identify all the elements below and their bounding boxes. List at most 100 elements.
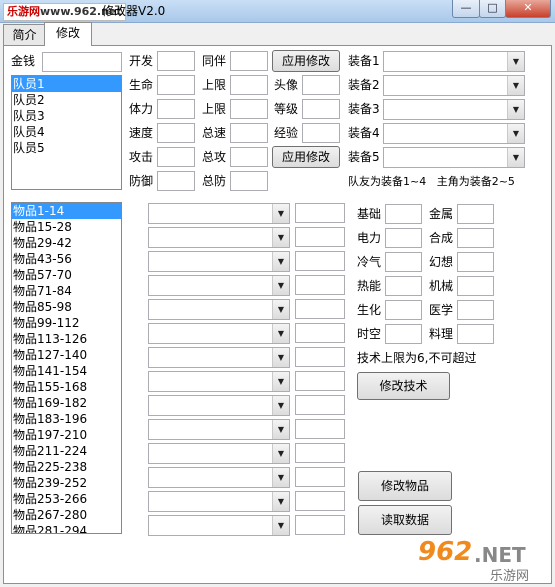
list-item[interactable]: 物品267-280 (12, 507, 121, 523)
chevron-down-icon[interactable]: ▼ (507, 124, 524, 143)
list-item[interactable]: 物品71-84 (12, 283, 121, 299)
item-quantity-input[interactable] (295, 371, 345, 391)
item-quantity-input[interactable] (295, 275, 345, 295)
item-select[interactable]: ▼ (148, 203, 290, 224)
list-item[interactable]: 物品225-238 (12, 459, 121, 475)
stat-input[interactable] (302, 75, 340, 95)
item-quantity-input[interactable] (295, 227, 345, 247)
member-list[interactable]: 队员1 队员2 队员3 队员4 队员5 (11, 75, 122, 190)
list-item[interactable]: 物品281-294 (12, 523, 121, 533)
chevron-down-icon[interactable]: ▼ (507, 52, 524, 71)
equip-select[interactable]: ▼ (383, 99, 525, 120)
list-item[interactable]: 物品141-154 (12, 363, 121, 379)
list-item[interactable]: 物品211-224 (12, 443, 121, 459)
list-item[interactable]: 物品239-252 (12, 475, 121, 491)
list-item[interactable]: 物品29-42 (12, 235, 121, 251)
chevron-down-icon[interactable]: ▼ (272, 372, 289, 391)
item-select[interactable]: ▼ (148, 395, 290, 416)
tech-input[interactable] (457, 228, 494, 248)
item-select[interactable]: ▼ (148, 275, 290, 296)
item-quantity-input[interactable] (295, 491, 345, 511)
stat-input[interactable] (230, 51, 268, 71)
list-item[interactable]: 物品183-196 (12, 411, 121, 427)
tech-input[interactable] (385, 324, 422, 344)
list-item[interactable]: 物品253-266 (12, 491, 121, 507)
stat-input[interactable] (157, 123, 195, 143)
maximize-button[interactable]: □ (479, 0, 506, 18)
apply-changes-button-2[interactable]: 应用修改 (272, 146, 340, 168)
list-item[interactable]: 物品57-70 (12, 267, 121, 283)
equip-select[interactable]: ▼ (383, 147, 525, 168)
item-select[interactable]: ▼ (148, 299, 290, 320)
chevron-down-icon[interactable]: ▼ (272, 324, 289, 343)
stat-input[interactable] (230, 75, 268, 95)
tab-modify[interactable]: 修改 (44, 22, 92, 46)
stat-input[interactable] (157, 147, 195, 167)
list-item[interactable]: 物品99-112 (12, 315, 121, 331)
item-select[interactable]: ▼ (148, 419, 290, 440)
list-item[interactable]: 队员5 (12, 140, 121, 156)
item-select[interactable]: ▼ (148, 251, 290, 272)
stat-input[interactable] (157, 51, 195, 71)
chevron-down-icon[interactable]: ▼ (507, 100, 524, 119)
tech-input[interactable] (457, 324, 494, 344)
minimize-button[interactable]: — (452, 0, 480, 18)
chevron-down-icon[interactable]: ▼ (507, 76, 524, 95)
item-quantity-input[interactable] (295, 347, 345, 367)
item-quantity-input[interactable] (295, 299, 345, 319)
stat-input[interactable] (157, 75, 195, 95)
item-select[interactable]: ▼ (148, 491, 290, 512)
item-select[interactable]: ▼ (148, 323, 290, 344)
list-item[interactable]: 物品1-14 (12, 203, 121, 219)
tech-input[interactable] (457, 300, 494, 320)
tech-input[interactable] (385, 228, 422, 248)
item-quantity-input[interactable] (295, 419, 345, 439)
stat-input[interactable] (230, 147, 268, 167)
item-select[interactable]: ▼ (148, 347, 290, 368)
tech-input[interactable] (385, 204, 422, 224)
item-quantity-input[interactable] (295, 443, 345, 463)
list-item[interactable]: 物品197-210 (12, 427, 121, 443)
list-item[interactable]: 物品15-28 (12, 219, 121, 235)
chevron-down-icon[interactable]: ▼ (272, 492, 289, 511)
item-select[interactable]: ▼ (148, 371, 290, 392)
tech-input[interactable] (385, 276, 422, 296)
item-quantity-input[interactable] (295, 203, 345, 223)
equip-select[interactable]: ▼ (383, 75, 525, 96)
stat-input[interactable] (230, 99, 268, 119)
apply-changes-button[interactable]: 应用修改 (272, 50, 340, 72)
item-quantity-input[interactable] (295, 323, 345, 343)
chevron-down-icon[interactable]: ▼ (272, 444, 289, 463)
tech-input[interactable] (457, 276, 494, 296)
stat-input[interactable] (157, 171, 195, 191)
list-item[interactable]: 物品127-140 (12, 347, 121, 363)
item-quantity-input[interactable] (295, 395, 345, 415)
chevron-down-icon[interactable]: ▼ (272, 300, 289, 319)
chevron-down-icon[interactable]: ▼ (272, 228, 289, 247)
tab-intro[interactable]: 简介 (3, 24, 46, 45)
stat-input[interactable] (302, 99, 340, 119)
item-select[interactable]: ▼ (148, 515, 290, 536)
item-group-list[interactable]: 物品1-14 物品15-28 物品29-42 物品43-56 物品57-70 物… (11, 202, 122, 534)
list-item[interactable]: 物品169-182 (12, 395, 121, 411)
modify-tech-button[interactable]: 修改技术 (357, 372, 450, 400)
list-item[interactable]: 物品85-98 (12, 299, 121, 315)
chevron-down-icon[interactable]: ▼ (272, 348, 289, 367)
tech-input[interactable] (385, 252, 422, 272)
item-quantity-input[interactable] (295, 515, 345, 535)
chevron-down-icon[interactable]: ▼ (272, 276, 289, 295)
tech-input[interactable] (457, 252, 494, 272)
list-item[interactable]: 物品113-126 (12, 331, 121, 347)
money-input[interactable] (42, 52, 122, 72)
chevron-down-icon[interactable]: ▼ (272, 252, 289, 271)
list-item[interactable]: 物品155-168 (12, 379, 121, 395)
list-item[interactable]: 物品43-56 (12, 251, 121, 267)
tech-input[interactable] (385, 300, 422, 320)
item-select[interactable]: ▼ (148, 227, 290, 248)
chevron-down-icon[interactable]: ▼ (272, 468, 289, 487)
read-data-button[interactable]: 读取数据 (358, 505, 452, 535)
close-button[interactable]: ✕ (505, 0, 551, 18)
item-quantity-input[interactable] (295, 467, 345, 487)
chevron-down-icon[interactable]: ▼ (272, 204, 289, 223)
stat-input[interactable] (230, 171, 268, 191)
